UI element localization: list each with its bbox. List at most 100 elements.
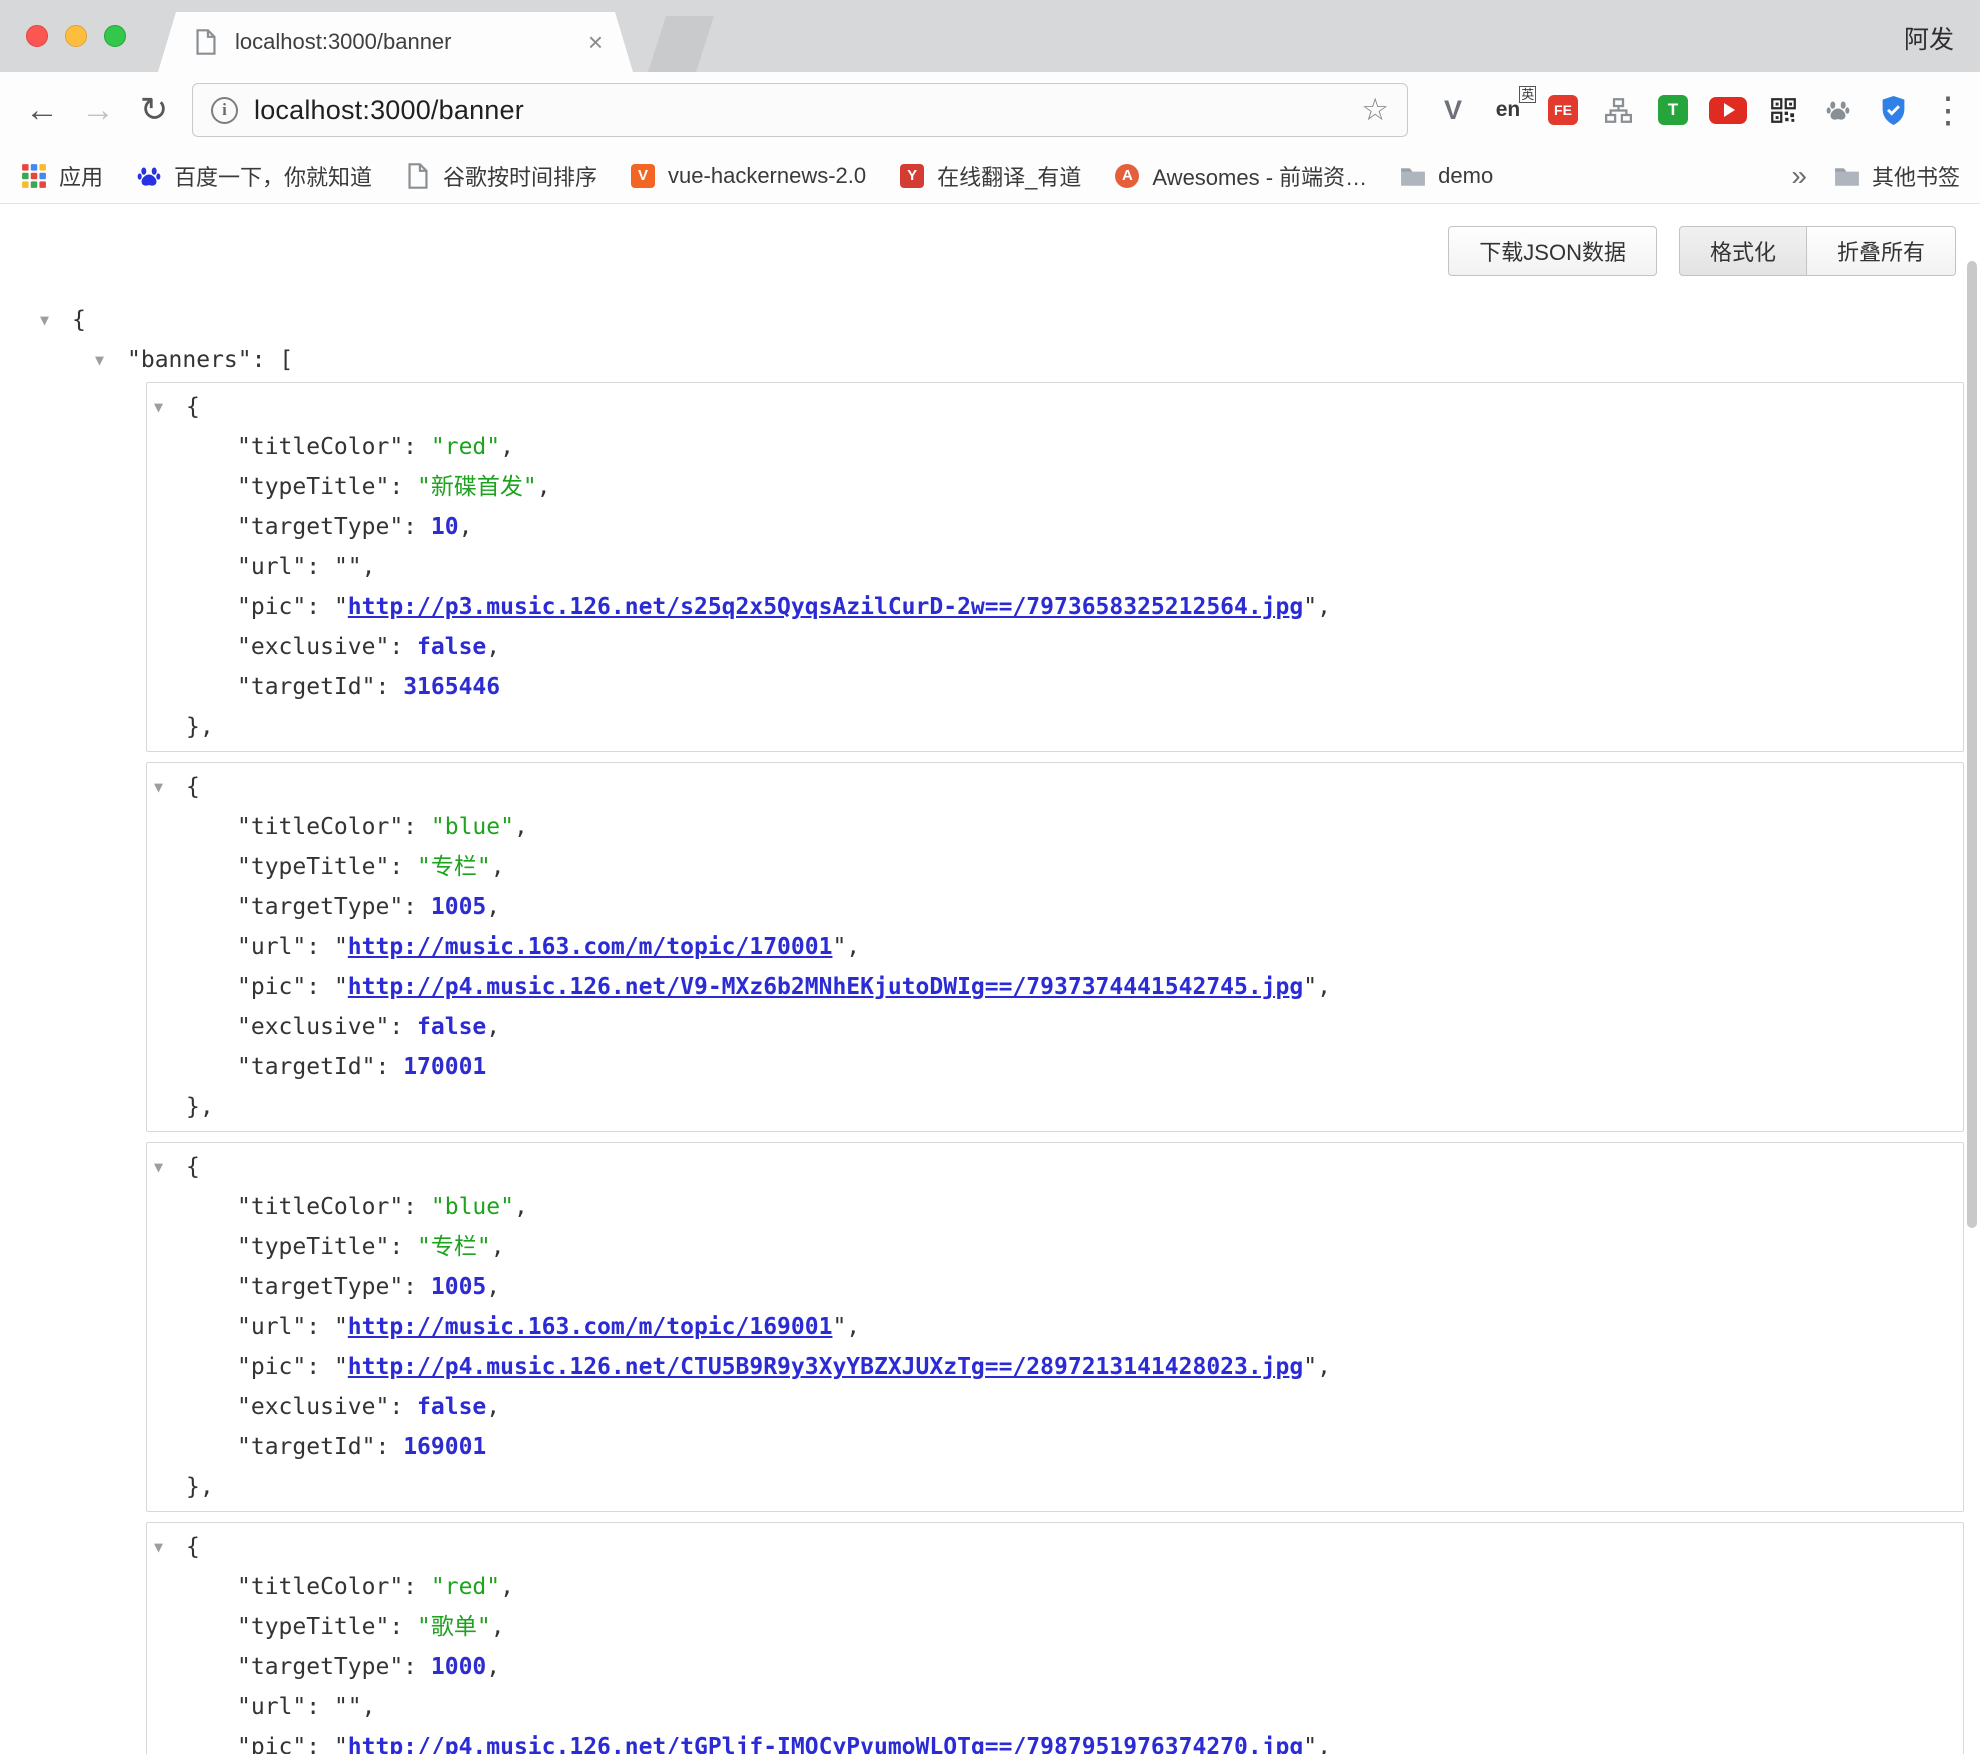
collapse-triangle-icon[interactable]: ▼ — [154, 1147, 186, 1187]
json-link[interactable]: http://music.163.com/m/topic/170001 — [348, 934, 833, 960]
collapse-triangle-icon[interactable]: ▼ — [154, 387, 186, 427]
json-link[interactable]: http://p3.music.126.net/s25q2x5QyqsAzilC… — [348, 594, 1303, 620]
json-object-close: }, — [147, 707, 1963, 747]
close-window-button[interactable] — [26, 25, 48, 47]
json-property: "url": "http://music.163.com/m/topic/169… — [147, 1307, 1963, 1347]
json-property: "titleColor": "red", — [147, 427, 1963, 467]
youdao-icon: Y — [898, 162, 926, 190]
folder-icon — [1833, 162, 1861, 190]
bookmark-item[interactable]: A Awesomes - 前端资… — [1113, 160, 1367, 192]
json-object-box: ▼{"titleColor": "red","typeTitle": "新碟首发… — [146, 382, 1964, 752]
json-property: "titleColor": "blue", — [147, 1187, 1963, 1227]
json-property: "targetId": 3165446 — [147, 667, 1963, 707]
collapse-all-button[interactable]: 折叠所有 — [1807, 226, 1956, 276]
json-tree: ▼{ ▼"banners": [ ▼{"titleColor": "red","… — [40, 300, 1972, 1754]
other-bookmarks-label: 其他书签 — [1872, 160, 1960, 192]
browser-menu-icon[interactable]: ⋮ — [1930, 89, 1960, 131]
json-property: "targetType": 1005, — [147, 887, 1963, 927]
green-t-icon[interactable]: T — [1652, 89, 1694, 131]
json-property: "pic": "http://p4.music.126.net/CTU5B9R9… — [147, 1347, 1963, 1387]
baidu-icon — [135, 162, 163, 190]
scrollbar-thumb[interactable] — [1967, 261, 1977, 1228]
json-object-open: ▼{ — [147, 1147, 1963, 1187]
tab-close-icon[interactable]: × — [588, 29, 603, 55]
collapse-triangle-icon[interactable]: ▼ — [40, 300, 72, 340]
other-bookmarks-folder[interactable]: 其他书签 — [1833, 160, 1960, 192]
json-object-close: }, — [147, 1467, 1963, 1507]
json-object-box: ▼{"titleColor": "blue","typeTitle": "专栏"… — [146, 762, 1964, 1132]
bookmark-item[interactable]: Vvue-hackernews-2.0 — [629, 162, 866, 190]
back-button[interactable]: ← — [18, 86, 66, 134]
folder-icon — [1399, 162, 1427, 190]
json-property: "typeTitle": "歌单", — [147, 1607, 1963, 1647]
fullscreen-window-button[interactable] — [104, 25, 126, 47]
url-text[interactable]: localhost:3000/banner — [254, 95, 524, 126]
profile-name[interactable]: 阿发 — [1904, 20, 1954, 56]
bookmark-label: 应用 — [59, 160, 103, 192]
collapse-triangle-icon[interactable]: ▼ — [154, 1527, 186, 1567]
bookmark-label: demo — [1438, 163, 1493, 189]
format-button[interactable]: 格式化 — [1679, 226, 1807, 276]
bookmark-label: Awesomes - 前端资… — [1152, 160, 1367, 192]
qr-code-icon[interactable] — [1762, 89, 1804, 131]
bookmark-item[interactable]: demo — [1399, 162, 1493, 190]
json-link[interactable]: http://p4.music.126.net/tGPljf-IMOCyPvum… — [348, 1734, 1303, 1754]
json-object-box: ▼{"titleColor": "red","typeTitle": "歌单",… — [146, 1522, 1964, 1754]
json-link[interactable]: http://p4.music.126.net/CTU5B9R9y3XyYBZX… — [348, 1354, 1303, 1380]
json-property: "exclusive": false, — [147, 1007, 1963, 1047]
bookmark-star-icon[interactable]: ☆ — [1361, 92, 1389, 128]
reload-button[interactable]: ↻ — [130, 86, 178, 134]
bookmark-item[interactable]: 应用 — [20, 160, 103, 192]
json-property: "url": "", — [147, 547, 1963, 587]
json-property: "exclusive": false, — [147, 627, 1963, 667]
tab-title: localhost:3000/banner — [235, 29, 573, 55]
translate-en-icon[interactable]: en英 — [1487, 89, 1529, 131]
awesomes-icon: A — [1113, 162, 1141, 190]
vue-icon: V — [629, 162, 657, 190]
youtube-icon[interactable] — [1707, 89, 1749, 131]
json-property: "pic": "http://p4.music.126.net/V9-MXz6b… — [147, 967, 1963, 1007]
fe-helper-icon[interactable]: FE — [1542, 89, 1584, 131]
json-banners-level: ▼"banners": [ ▼{"titleColor": "red","typ… — [95, 340, 1972, 1754]
json-property: "url": "", — [147, 1687, 1963, 1727]
forward-button[interactable]: → — [74, 86, 122, 134]
bookmark-item[interactable]: 百度一下，你就知道 — [135, 160, 372, 192]
json-link[interactable]: http://p4.music.126.net/V9-MXz6b2MNhEKju… — [348, 974, 1303, 1000]
json-property: "typeTitle": "新碟首发", — [147, 467, 1963, 507]
json-property: "targetType": 1005, — [147, 1267, 1963, 1307]
json-object-open: ▼{ — [147, 387, 1963, 427]
bookmark-item[interactable]: Y 在线翻译_有道 — [898, 160, 1081, 192]
json-toolbar: 下载JSON数据 格式化 折叠所有 — [1448, 226, 1956, 276]
bookmark-label: 百度一下，你就知道 — [174, 160, 372, 192]
extensions-area: Ven英 FE T — [1432, 89, 1914, 131]
new-tab-button[interactable] — [648, 16, 714, 72]
minimize-window-button[interactable] — [65, 25, 87, 47]
json-property: "url": "http://music.163.com/m/topic/170… — [147, 927, 1963, 967]
address-bar[interactable]: i localhost:3000/banner ☆ — [192, 83, 1408, 137]
window-controls — [26, 25, 126, 47]
page-info-icon[interactable]: i — [211, 97, 238, 124]
collapse-triangle-icon[interactable]: ▼ — [95, 340, 127, 380]
v-extension-icon[interactable]: V — [1432, 89, 1474, 131]
paw-icon[interactable] — [1817, 89, 1859, 131]
view-mode-group: 格式化 折叠所有 — [1679, 226, 1956, 276]
page-content: 下载JSON数据 格式化 折叠所有 ▼{ ▼"banners": [ ▼{"ti… — [0, 204, 1980, 1754]
json-object-open: ▼{ — [147, 767, 1963, 807]
page-icon — [404, 162, 432, 190]
json-property: "targetType": 10, — [147, 507, 1963, 547]
org-chart-icon[interactable] — [1597, 89, 1639, 131]
json-property: "typeTitle": "专栏", — [147, 1227, 1963, 1267]
json-property: "targetId": 169001 — [147, 1427, 1963, 1467]
collapse-triangle-icon[interactable]: ▼ — [154, 767, 186, 807]
browser-tab[interactable]: localhost:3000/banner × — [158, 12, 633, 72]
json-link[interactable]: http://music.163.com/m/topic/169001 — [348, 1314, 833, 1340]
download-json-button[interactable]: 下载JSON数据 — [1448, 226, 1657, 276]
json-object-open: ▼{ — [147, 1527, 1963, 1567]
bookmark-label: 在线翻译_有道 — [937, 160, 1081, 192]
json-property: "typeTitle": "专栏", — [147, 847, 1963, 887]
json-property: "pic": "http://p4.music.126.net/tGPljf-I… — [147, 1727, 1963, 1754]
json-property: "targetId": 170001 — [147, 1047, 1963, 1087]
blue-shield-icon[interactable] — [1872, 89, 1914, 131]
bookmark-item[interactable]: 谷歌按时间排序 — [404, 160, 597, 192]
bookmarks-overflow-icon[interactable]: » — [1791, 160, 1807, 192]
